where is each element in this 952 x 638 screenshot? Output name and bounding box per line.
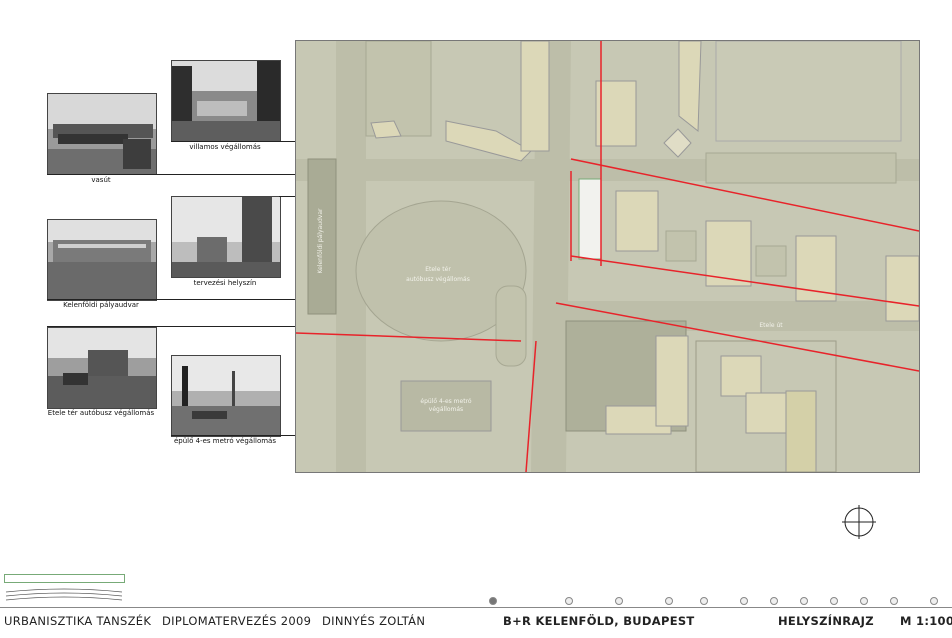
map-label-metro-2: végállomás: [429, 406, 463, 413]
metro-photo-image: [172, 356, 280, 436]
map-label-etele-ut: Etele út: [759, 322, 783, 329]
caption-etele-busz: Etele tér autóbusz végállomás: [47, 409, 155, 417]
footer-project: B+R KELENFÖLD, BUDAPEST: [503, 614, 695, 628]
map-label-etele-ter: Etele tér: [425, 266, 451, 273]
map-label-metro-1: épülő 4-es metró: [420, 398, 471, 405]
caption-tervezesi: tervezési helyszín: [193, 279, 257, 287]
sheet-indicator: [890, 597, 898, 605]
site-plan-drawing: Etele tér autóbusz végállomás épülő 4-es…: [295, 40, 920, 473]
map-label-bus-terminal: autóbusz végállomás: [406, 276, 470, 283]
photo-tervezesi: [171, 196, 281, 278]
railway-photo-image: [48, 94, 156, 174]
compass-icon: [842, 505, 876, 539]
photo-vasut: [47, 93, 157, 175]
sheet-indicator: [930, 597, 938, 605]
caption-metro: épülő 4-es metró végállomás: [173, 437, 276, 445]
footer-department: URBANISZTIKA TANSZÉK: [4, 614, 152, 628]
footer-sheet-title: HELYSZÍNRAJZ: [778, 614, 874, 628]
sheet-indicator: [665, 597, 673, 605]
footer-author: DINNYÉS ZOLTÁN: [322, 614, 426, 628]
footer-divider: [0, 607, 952, 608]
footer-scale: M 1:100: [900, 614, 952, 628]
map-label-kelenfoldi-palyaudvar: Kelenföldi pályaudvar: [317, 208, 324, 274]
sheet-indicator: [740, 597, 748, 605]
photo-metro: [171, 355, 281, 437]
site-plan-map: Etele tér autóbusz végállomás épülő 4-es…: [295, 40, 920, 473]
sheet-indicator: [830, 597, 838, 605]
photo-villamos: [171, 60, 281, 142]
sheet-indicator: [565, 597, 573, 605]
caption-vasut: vasút: [91, 176, 111, 184]
sheet-indicator-active: [489, 597, 497, 605]
site-photo-image: [172, 197, 280, 277]
tram-photo-image: [172, 61, 280, 141]
caption-villamos: villamos végállomás: [189, 143, 261, 151]
caption-kelenfoldi: Kelenföldi pályaudvar: [63, 301, 139, 309]
station-photo-image: [48, 220, 156, 300]
sheet-indicator: [860, 597, 868, 605]
leader-line-kelenfoldi: [47, 299, 317, 300]
sheet-indicator: [700, 597, 708, 605]
scale-bar-graphic: [4, 574, 125, 601]
sheet-indicator: [770, 597, 778, 605]
sheet-indicator: [800, 597, 808, 605]
photo-kelenfoldi: [47, 219, 157, 301]
footer-course: DIPLOMATERVEZÉS 2009: [162, 614, 312, 628]
photo-etele-busz: [47, 327, 157, 409]
leader-line-vasut: [47, 174, 327, 175]
sheet-indicator: [615, 597, 623, 605]
bus-terminal-photo-image: [48, 328, 156, 408]
